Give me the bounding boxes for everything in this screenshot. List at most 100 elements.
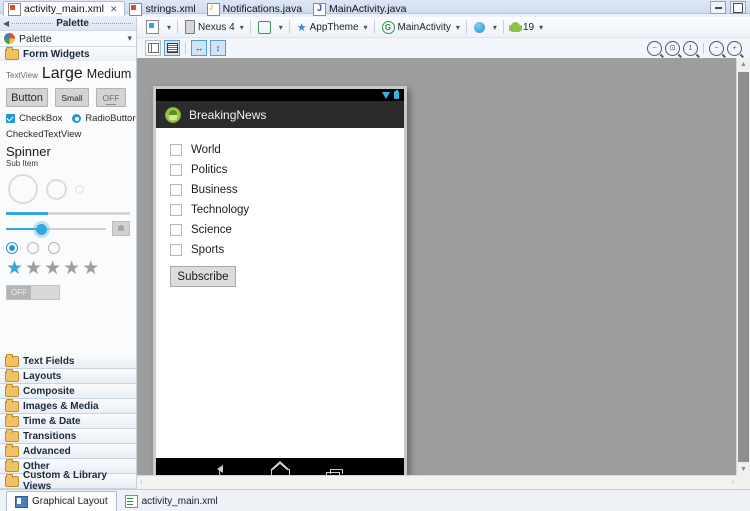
editor-tab-notifications-java[interactable]: Notifications.java	[203, 2, 309, 16]
palette-category-transitions[interactable]: Transitions	[0, 428, 136, 444]
checkbox-row-politics[interactable]: Politics	[170, 160, 404, 180]
palette-item-radiobutton[interactable]: RadioButton	[85, 113, 136, 124]
checkbox-business[interactable]	[170, 184, 182, 196]
checkbox-row-sports[interactable]: Sports	[170, 240, 404, 260]
checkbox-row-world[interactable]: World	[170, 140, 404, 160]
device-selector[interactable]: Nexus 4	[182, 18, 238, 36]
vertical-scroll-thumb[interactable]	[738, 72, 749, 462]
palette-item-medium-text[interactable]: Medium	[87, 67, 131, 81]
palette-item-spinner[interactable]: Spinner	[6, 145, 130, 159]
palette-category-text-fields[interactable]: Text Fields	[0, 353, 136, 369]
theme-label: AppTheme	[309, 21, 359, 33]
checkbox-row-science[interactable]: Science	[170, 220, 404, 240]
seekbar-icon[interactable]	[6, 223, 106, 235]
scroll-up-icon[interactable]: ▲	[737, 58, 750, 71]
progressbar-small-icon[interactable]	[75, 184, 84, 194]
radiogroup-icon[interactable]	[6, 242, 18, 254]
api-level-selector[interactable]: 19	[508, 18, 537, 36]
subscribe-button[interactable]: Subscribe	[170, 266, 236, 287]
theme-selector[interactable]: ★ AppTheme	[294, 18, 362, 36]
checkbox-science[interactable]	[170, 224, 182, 236]
collapse-arrow-icon[interactable]: ◀	[3, 19, 9, 28]
zoom-100-icon[interactable]: 1	[683, 40, 698, 56]
zoom-increase-icon[interactable]: +	[727, 40, 742, 56]
api-level-label: 19	[522, 21, 535, 33]
orientation-selector[interactable]	[255, 18, 277, 36]
chevron-down-icon[interactable]: ▾	[537, 23, 545, 32]
window-minimize-button[interactable]	[710, 1, 726, 14]
palette-category-layouts[interactable]: Layouts	[0, 368, 136, 384]
config-chooser-button[interactable]	[143, 18, 165, 36]
android-icon	[508, 22, 522, 32]
palette-item-small-button[interactable]: Small	[55, 88, 89, 107]
radiobutton-icon	[72, 114, 82, 123]
palette-category-time-date[interactable]: Time & Date	[0, 413, 136, 429]
radiogroup-icon[interactable]	[27, 242, 39, 254]
editor-tab-strings-xml[interactable]: strings.xml	[125, 2, 202, 16]
canvas-horizontal-scrollbar[interactable]: ‹ ›	[137, 475, 737, 489]
palette-selector[interactable]: Palette ▾	[0, 30, 136, 47]
tab-xml-source[interactable]: activity_main.xml	[117, 492, 226, 511]
editor-tab-activity-main-xml[interactable]: activity_main.xml ✕	[3, 1, 126, 16]
palette-ratingbar-row[interactable]: ★ ★ ★ ★ ★	[6, 259, 130, 278]
palette-panel-title: Palette	[56, 18, 89, 29]
layout-config-icon	[146, 20, 159, 34]
palette-item-checkedtextview[interactable]: CheckedTextView	[6, 129, 130, 140]
scroll-right-icon[interactable]: ›	[732, 479, 734, 486]
chevron-down-icon[interactable]: ▾	[454, 23, 462, 32]
tab-graphical-layout[interactable]: Graphical Layout	[6, 491, 117, 511]
palette-category-form-widgets[interactable]: Form Widgets	[0, 46, 136, 62]
radiogroup-icon[interactable]	[48, 242, 60, 254]
show-included-toggle[interactable]	[145, 40, 161, 56]
checkbox-row-technology[interactable]: Technology	[170, 200, 404, 220]
theme-star-icon: ★	[296, 21, 307, 34]
palette-item-toggle-button[interactable]: OFF	[96, 88, 126, 107]
zoom-decrease-icon[interactable]: −	[709, 40, 724, 56]
chevron-down-icon[interactable]: ▾	[127, 33, 132, 44]
canvas-vertical-scrollbar[interactable]: ▲ ▼	[736, 58, 750, 476]
design-canvas[interactable]: BreakingNews World Politics Business Tec…	[137, 58, 737, 476]
config-toolbar: ▾ Nexus 4 ▾ ▾ ★ AppTheme ▾ G MainActivit…	[137, 17, 750, 38]
palette-category-advanced[interactable]: Advanced	[0, 443, 136, 459]
device-nav-bar	[156, 458, 404, 476]
chevron-down-icon[interactable]: ▾	[491, 23, 499, 32]
activity-selector[interactable]: G MainActivity	[379, 18, 454, 36]
window-maximize-button[interactable]	[730, 1, 746, 14]
fit-width-toggle[interactable]: ↔	[191, 40, 207, 56]
chevron-down-icon[interactable]: ▾	[238, 23, 246, 32]
chevron-down-icon[interactable]: ▾	[362, 23, 370, 32]
editor-tab-mainactivity-java[interactable]: MainActivity.java	[309, 2, 413, 16]
checkbox-technology[interactable]	[170, 204, 182, 216]
quickcontactbadge-icon[interactable]	[112, 221, 130, 236]
palette-category-custom-library-views[interactable]: Custom & Library Views	[0, 470, 136, 492]
progressbar-large-icon[interactable]	[8, 174, 38, 204]
palette-item-switch[interactable]: OFF	[6, 285, 60, 300]
device-preview[interactable]: BreakingNews World Politics Business Tec…	[153, 86, 407, 476]
palette-category-images-media[interactable]: Images & Media	[0, 398, 136, 414]
checkbox-politics[interactable]	[170, 164, 182, 176]
locale-selector[interactable]	[471, 18, 491, 36]
palette-item-checkbox[interactable]: CheckBox	[19, 113, 62, 124]
fit-height-toggle[interactable]: ↕	[210, 40, 226, 56]
palette-item-large-text[interactable]: Large	[42, 65, 83, 83]
show-outline-toggle[interactable]	[164, 40, 180, 56]
progressbar-horizontal-icon[interactable]	[6, 212, 130, 215]
folder-icon	[5, 353, 19, 367]
toolbar-separator	[249, 20, 251, 34]
chevron-down-icon[interactable]: ▾	[165, 23, 173, 32]
palette-category-composite[interactable]: Composite	[0, 383, 136, 399]
zoom-out-icon[interactable]: −	[647, 40, 662, 56]
progressbar-normal-icon[interactable]	[46, 178, 67, 200]
scroll-left-icon[interactable]: ‹	[140, 479, 142, 486]
scroll-down-icon[interactable]: ▼	[737, 463, 750, 476]
header-rule-right	[91, 22, 134, 25]
palette-item-textview[interactable]: TextView	[6, 71, 38, 80]
checkbox-world[interactable]	[170, 144, 182, 156]
zoom-fit-icon[interactable]: ⊡	[665, 40, 680, 56]
chevron-down-icon[interactable]: ▾	[277, 23, 285, 32]
checkbox-row-business[interactable]: Business	[170, 180, 404, 200]
checkbox-sports[interactable]	[170, 244, 182, 256]
close-icon[interactable]: ✕	[110, 4, 118, 15]
layout-editor: ▾ Nexus 4 ▾ ▾ ★ AppTheme ▾ G MainActivit…	[137, 17, 750, 489]
palette-item-button[interactable]: Button	[6, 88, 48, 107]
